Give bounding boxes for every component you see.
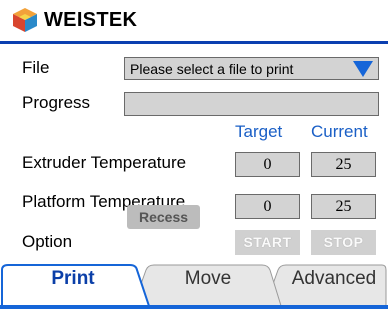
- tab-move[interactable]: Move: [158, 268, 258, 290]
- stop-button[interactable]: STOP: [311, 230, 376, 255]
- tab-print[interactable]: Print: [28, 268, 118, 290]
- start-button[interactable]: START: [235, 230, 300, 255]
- progress-bar: [124, 92, 379, 116]
- tab-bar: Print Move Advanced: [0, 262, 388, 309]
- file-select-dropdown[interactable]: Please select a file to print: [124, 57, 379, 80]
- extruder-current-value: 25: [311, 152, 376, 177]
- brand-name: WEISTEK: [44, 8, 138, 31]
- target-column-header: Target: [235, 122, 283, 141]
- extruder-target-field[interactable]: 0: [235, 152, 300, 177]
- app-header: WEISTEK: [0, 0, 388, 40]
- progress-label: Progress: [22, 93, 91, 112]
- platform-target-field[interactable]: 0: [235, 194, 300, 219]
- header-divider: [0, 41, 388, 44]
- recess-tooltip: Recess: [127, 205, 200, 229]
- weistek-logo-icon: [13, 8, 37, 32]
- tab-advanced[interactable]: Advanced: [284, 268, 384, 290]
- option-label: Option: [22, 232, 73, 251]
- dropdown-arrow-icon[interactable]: [353, 61, 373, 77]
- current-column-header: Current: [311, 122, 368, 141]
- file-label: File: [22, 58, 50, 77]
- file-select-text: Please select a file to print: [130, 61, 294, 77]
- platform-current-value: 25: [311, 194, 376, 219]
- extruder-temperature-label: Extruder Temperature: [22, 153, 187, 172]
